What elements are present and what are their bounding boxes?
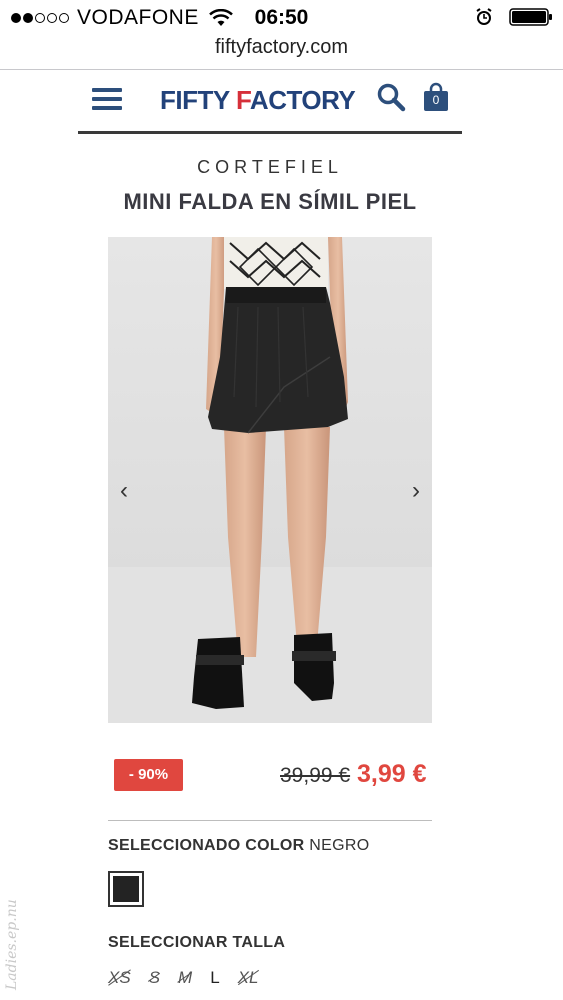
logo-actory: ACTORY: [249, 85, 356, 115]
price-new: 3,99 €: [357, 760, 427, 788]
size-heading: SELECCIONAR TALLA: [108, 934, 286, 951]
alarm-icon: [476, 8, 492, 25]
price-old: 39,99 €: [280, 764, 351, 787]
carousel-next-button[interactable]: ›: [412, 477, 420, 505]
hamburger-menu-icon[interactable]: [92, 88, 122, 110]
divider: [108, 820, 432, 821]
swatch-fill: [113, 876, 139, 902]
discount-badge: - 90%: [114, 759, 183, 791]
status-bar: VODAFONE 06:50: [0, 0, 563, 36]
color-heading: SELECCIONADO COLOR NEGRO: [108, 837, 369, 855]
site-logo[interactable]: FIFTY FACTORY: [160, 85, 356, 116]
watermark: Ladies.ep.nu: [4, 899, 20, 990]
status-right: [475, 8, 553, 26]
cart-count: 0: [432, 93, 440, 107]
color-heading-label: SELECCIONADO COLOR: [108, 837, 305, 854]
size-option-xs[interactable]: XS: [108, 968, 131, 988]
shopping-bag-icon[interactable]: 0: [423, 82, 449, 117]
size-option-s[interactable]: S: [149, 968, 160, 988]
color-value: NEGRO: [309, 837, 370, 854]
battery-icon: [509, 8, 552, 26]
carousel-prev-button[interactable]: ‹: [120, 477, 128, 505]
url-bar[interactable]: fiftyfactory.com: [0, 36, 563, 70]
color-swatch-negro[interactable]: [108, 871, 144, 907]
product-image[interactable]: ‹ ›: [108, 237, 432, 723]
product-photo-skirt: [108, 237, 432, 723]
size-option-xl[interactable]: XL: [238, 968, 259, 988]
site-header: FIFTY FACTORY 0: [78, 70, 462, 134]
product-title: MINI FALDA EN SÍMIL PIEL: [123, 189, 417, 214]
logo-f: F: [235, 85, 250, 115]
size-options: XS S M L XL: [108, 968, 258, 988]
product-brand: CORTEFIEL: [197, 157, 343, 177]
search-icon[interactable]: [376, 82, 406, 112]
size-option-m[interactable]: M: [178, 968, 192, 988]
size-option-l[interactable]: L: [210, 968, 219, 988]
logo-fifty: FIFTY: [160, 85, 236, 115]
url-text: fiftyfactory.com: [215, 36, 348, 58]
